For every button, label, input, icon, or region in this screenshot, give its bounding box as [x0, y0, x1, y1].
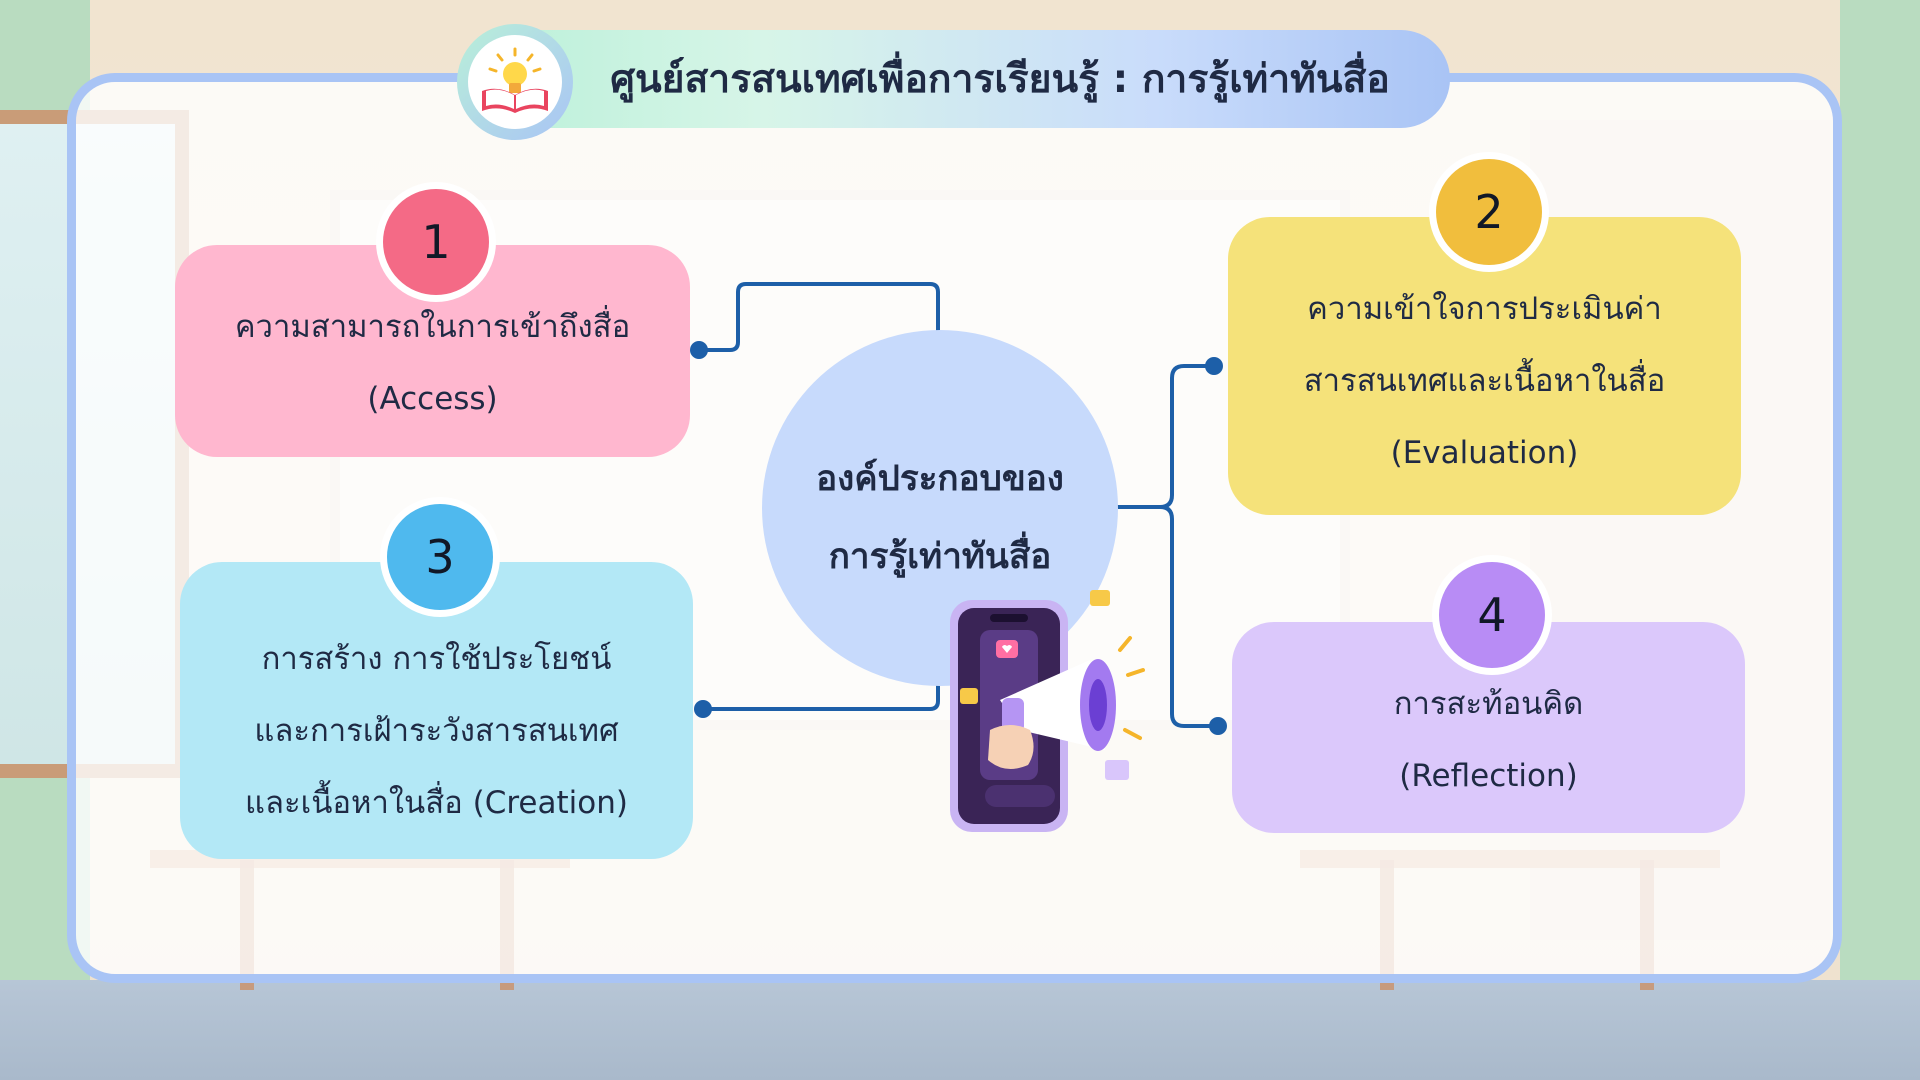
item-2-number-badge: 2	[1436, 159, 1542, 265]
item-2-line-2: สารสนเทศและเนื้อหาในสื่อ	[1303, 363, 1666, 399]
item-1-badge-ring: 1	[376, 182, 496, 302]
item-4-number-badge: 4	[1439, 562, 1545, 668]
item-1-line-2: (Access)	[367, 381, 498, 417]
phone-megaphone-icon	[950, 590, 1145, 832]
item-3-number-badge: 3	[387, 504, 493, 610]
item-4-line-2: (Reflection)	[1399, 757, 1578, 794]
item-3-line-3: และเนื้อหาในสื่อ (Creation)	[245, 784, 628, 821]
item-3-line-2: และการเฝ้าระวังสารสนเทศ	[254, 712, 619, 749]
page-title: ศูนย์สารสนเทศเพื่อการเรียนรู้ : การรู้เท…	[610, 57, 1390, 102]
central-concept-line-1: องค์ประกอบของ	[816, 459, 1064, 499]
background-wall-right	[1840, 0, 1920, 980]
item-4-line-1: การสะท้อนคิด	[1393, 685, 1584, 722]
item-2-line-1: ความเข้าใจการประเมินค่า	[1307, 291, 1662, 327]
item-4-badge-ring: 4	[1432, 555, 1552, 675]
item-2-badge-ring: 2	[1429, 152, 1549, 272]
background-floor	[0, 980, 1920, 1080]
item-1-number-badge: 1	[383, 189, 489, 295]
item-3-line-1: การสร้าง การใช้ประโยชน์	[261, 640, 612, 677]
item-2-line-3: (Evaluation)	[1390, 435, 1579, 471]
item-3-badge-ring: 3	[380, 497, 500, 617]
book-lightbulb-icon	[468, 35, 562, 129]
